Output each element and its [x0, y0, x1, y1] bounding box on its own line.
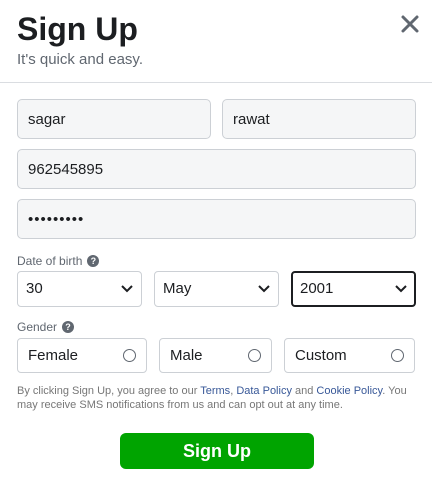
terms-link[interactable]: Terms [200, 385, 230, 397]
surname-field[interactable] [222, 99, 416, 139]
page-title: Sign Up [17, 11, 138, 47]
close-icon[interactable] [397, 11, 423, 37]
dob-day-value: 30 [26, 280, 43, 297]
password-input[interactable] [18, 200, 415, 238]
surname-input[interactable] [223, 100, 415, 138]
gender-option-female[interactable]: Female [17, 338, 147, 373]
password-field[interactable] [17, 199, 416, 239]
mobile-input[interactable] [18, 150, 415, 188]
gender-option-custom[interactable]: Custom [284, 338, 415, 373]
first-name-input[interactable] [18, 100, 210, 138]
radio-button[interactable] [391, 349, 404, 362]
sign-up-button[interactable]: Sign Up [120, 433, 314, 469]
gender-option-label: Female [28, 347, 79, 364]
radio-button[interactable] [248, 349, 261, 362]
dob-year-select[interactable]: 2001 [291, 271, 416, 307]
dob-month-value: May [163, 280, 192, 297]
gender-option-male[interactable]: Male [159, 338, 272, 373]
dob-label-text: Date of birth [17, 254, 83, 268]
help-icon[interactable]: ? [62, 321, 75, 333]
cookie-policy-link[interactable]: Cookie Policy [316, 385, 382, 397]
chevron-down-icon [258, 285, 270, 293]
dob-month-select[interactable]: May [154, 271, 279, 307]
first-name-field[interactable] [17, 99, 211, 139]
gender-label: Gender ? [17, 320, 75, 334]
terms-notice: By clicking Sign Up, you agree to our Te… [17, 384, 417, 412]
dob-day-select[interactable]: 30 [17, 271, 142, 307]
terms-sep: and [291, 385, 317, 397]
gender-label-text: Gender [17, 320, 58, 334]
mobile-field[interactable] [17, 149, 416, 189]
terms-prefix: By clicking Sign Up, you agree to our [17, 385, 201, 397]
gender-option-label: Male [170, 347, 203, 364]
dob-year-value: 2001 [300, 280, 334, 297]
dob-label: Date of birth ? [17, 254, 100, 268]
radio-button[interactable] [123, 349, 136, 362]
data-policy-link[interactable]: Data Policy [236, 385, 292, 397]
dialog-header: Sign Up It's quick and easy. [0, 0, 432, 83]
chevron-down-icon [121, 285, 133, 293]
gender-option-label: Custom [295, 347, 347, 364]
page-subtitle: It's quick and easy. [17, 51, 143, 68]
chevron-down-icon [395, 285, 407, 293]
help-icon[interactable]: ? [87, 255, 100, 267]
